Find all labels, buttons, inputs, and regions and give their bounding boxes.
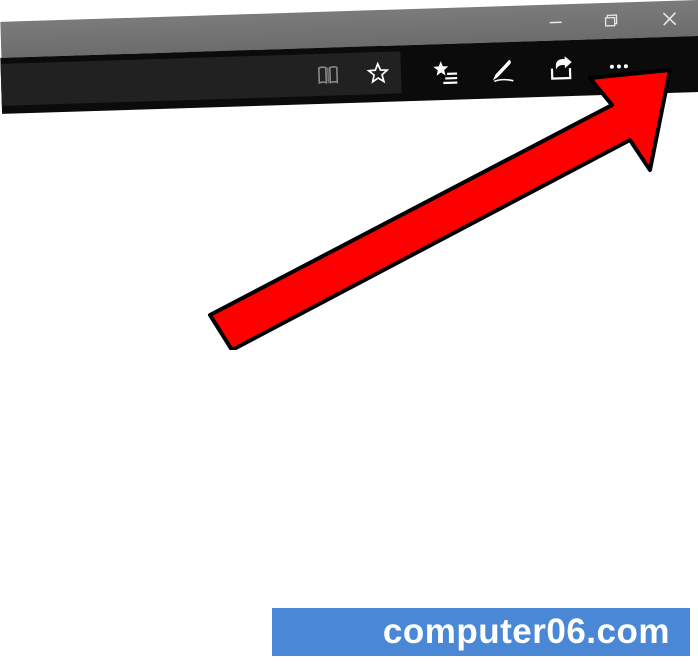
more-icon [604, 52, 633, 81]
watermark-banner: computer06.com [272, 608, 690, 656]
add-favorite-button[interactable] [363, 58, 394, 89]
settings-and-more-button[interactable] [594, 42, 643, 91]
star-outline-icon [366, 61, 391, 86]
minimize-icon [548, 15, 562, 29]
watermark-text: computer06.com [383, 612, 670, 652]
arrow-shape [210, 70, 670, 350]
reading-view-button[interactable] [313, 59, 344, 90]
favorites-hub-button[interactable] [420, 47, 469, 96]
restore-icon [602, 13, 618, 29]
restore-button[interactable] [587, 2, 634, 39]
close-button[interactable] [646, 0, 693, 37]
share-icon [547, 54, 576, 83]
share-button[interactable] [536, 44, 585, 93]
screenshot-stage: computer06.com [0, 0, 698, 668]
toolbar-action-group [410, 38, 644, 101]
add-notes-button[interactable] [478, 45, 527, 94]
book-icon [316, 62, 341, 87]
star-list-icon [431, 58, 460, 87]
close-icon [661, 11, 677, 27]
address-bar-tail[interactable] [1, 51, 402, 106]
pen-icon [489, 56, 518, 85]
minimize-button[interactable] [532, 4, 579, 41]
